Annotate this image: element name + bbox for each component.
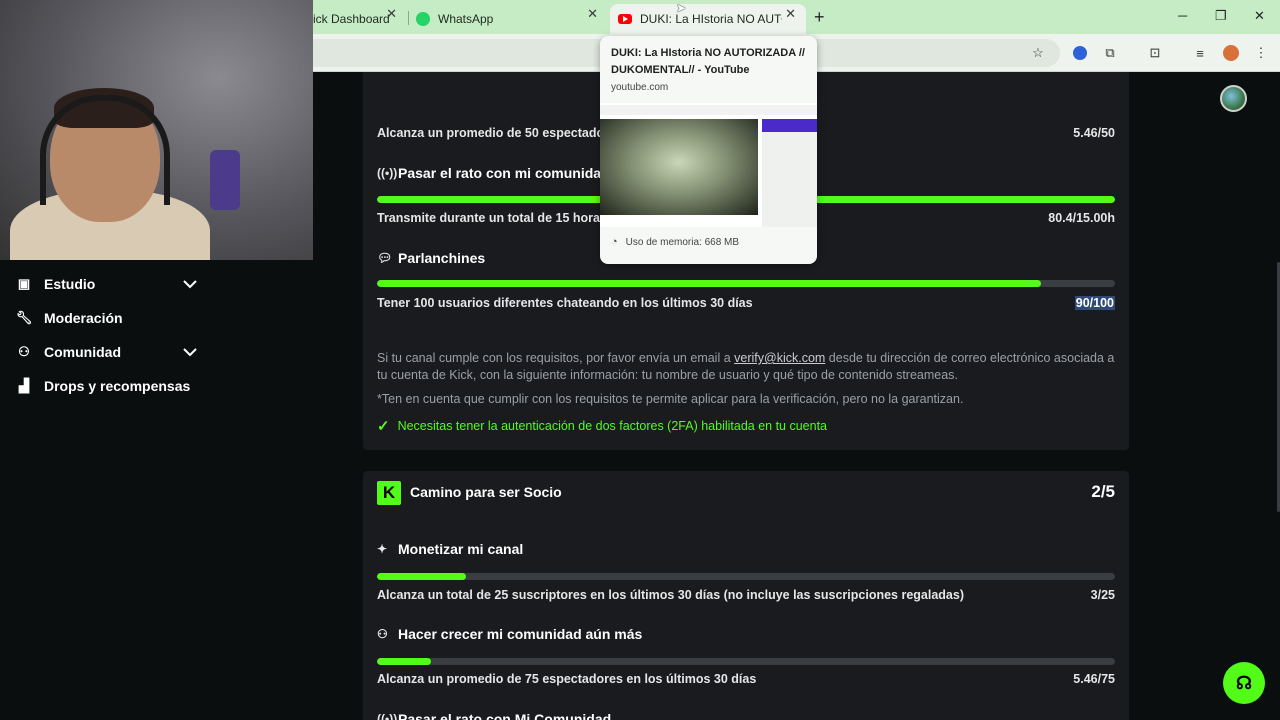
verification-info: Si tu canal cumple con los requisitos, p… <box>377 350 1117 384</box>
headset-icon: ☊ <box>1236 672 1252 693</box>
mouse-cursor-icon: ➤ <box>676 1 687 15</box>
star-icon[interactable]: ☆ <box>1029 44 1047 62</box>
hover-card-memory: ◔ Uso de memoria: 668 MB <box>611 236 739 248</box>
menu-icon[interactable]: ⋮ <box>1252 44 1270 62</box>
goal-value: 90/100 <box>1074 296 1115 310</box>
users-icon: ⚇ <box>377 627 388 641</box>
info-text: Si tu canal cumple con los requisitos, p… <box>377 351 735 365</box>
memory-text: Uso de memoria: 668 MB <box>625 236 740 248</box>
drops-icon: ▟ <box>19 378 29 393</box>
whatsapp-icon <box>416 12 430 26</box>
minimize-button[interactable]: ─ <box>1178 8 1187 23</box>
tab-title: ick Dashboard <box>313 12 390 26</box>
sidebar-item-label: Estudio <box>44 276 96 292</box>
tab-separator <box>408 11 409 25</box>
webcam-headset <box>40 95 170 205</box>
goal-value: 80.4/15.00h <box>1048 211 1115 225</box>
thumbnail-video <box>600 119 758 215</box>
check-icon: ✓ <box>377 418 390 435</box>
studio-icon: ▣ <box>17 276 31 291</box>
screen: ick Dashboard ✕ WhatsApp ✕ DUKI: La HIst… <box>0 0 1280 720</box>
profile-icon[interactable] <box>1222 44 1240 62</box>
goal-title: ⚇ Hacer crecer mi comunidad aún más <box>377 626 642 642</box>
goal-title-text: Hacer crecer mi comunidad aún más <box>398 626 643 642</box>
webcam-lamp <box>210 150 240 210</box>
sidebar-item-label: Drops y recompensas <box>44 378 191 394</box>
goal-title-text: Pasar el rato con mi comunidad <box>398 165 610 181</box>
new-tab-button[interactable]: + <box>814 7 825 28</box>
tab-kick-dashboard[interactable]: ick Dashboard ✕ <box>313 4 405 34</box>
goal-title-text: Monetizar mi canal <box>398 541 524 557</box>
goal-value: 5.46/75 <box>1073 672 1115 686</box>
sidebar-item-moderacion[interactable]: 🔧︎ Moderación <box>16 305 201 331</box>
progress-bar <box>377 658 1115 665</box>
goal-requirement: Alcanza un total de 25 suscriptores en l… <box>377 588 964 602</box>
tab-youtube[interactable]: DUKI: La HIstoria NO AUTORIZ ✕ <box>610 4 806 34</box>
thumbnail-header <box>600 105 817 115</box>
broadcast-icon: ((•)) <box>377 712 398 720</box>
hover-card-domain: youtube.com <box>611 82 669 93</box>
thumbnail-block <box>762 119 817 132</box>
goal-title-text: Parlanchines <box>398 250 486 266</box>
hover-card-title: DUKI: La HIstoria NO AUTORIZADA // DUKOM… <box>611 47 805 76</box>
hover-card-thumbnail <box>600 103 817 227</box>
tab-hover-card: DUKI: La HIstoria NO AUTORIZADA // DUKOM… <box>600 36 817 264</box>
close-window-button[interactable]: ✕ <box>1254 8 1265 24</box>
sidebar-item-comunidad[interactable]: ⚇ Comunidad <box>16 339 201 365</box>
sidebar-item-label: Comunidad <box>44 344 121 360</box>
goal-value: 3/25 <box>1090 588 1115 602</box>
goal-value: 5.46/50 <box>1073 126 1115 140</box>
progress-fill <box>377 573 466 580</box>
tab-whatsapp[interactable]: WhatsApp ✕ <box>412 4 606 34</box>
twofa-text: Necesitas tener la autenticación de dos … <box>397 419 828 433</box>
sidebar-item-drops[interactable]: ▟ Drops y recompensas <box>16 373 201 399</box>
sparkle-icon: ✦ <box>377 542 388 556</box>
progress-bar <box>377 280 1115 287</box>
tab-title: WhatsApp <box>438 12 494 26</box>
sidebar-item-label: Moderación <box>44 310 123 326</box>
support-chat-button[interactable]: ☊ <box>1223 662 1265 704</box>
youtube-icon <box>618 14 632 24</box>
avatar[interactable] <box>1220 85 1247 112</box>
progress-fill <box>377 280 1042 287</box>
tab-title: DUKI: La HIstoria NO AUTORIZ <box>640 12 782 26</box>
extension-badge-icon[interactable] <box>1071 44 1089 62</box>
memory-icon: ◔ <box>611 236 618 248</box>
close-icon[interactable]: ✕ <box>386 6 397 22</box>
progress-bar <box>377 573 1115 580</box>
goal-title-text: Pasar el rato con Mi Comunidad <box>398 711 612 720</box>
section-title: Camino para ser Socio <box>410 484 562 500</box>
webcam-overlay <box>0 0 313 260</box>
chat-icon: 💬︎ <box>377 251 393 265</box>
progress-fill <box>377 658 431 665</box>
broadcast-icon: ((•)) <box>377 166 398 180</box>
goal-title: 💬︎ Parlanchines <box>377 250 485 266</box>
media-control-icon[interactable]: ≡ <box>1191 44 1209 62</box>
close-icon[interactable]: ✕ <box>587 6 598 22</box>
community-icon: ⚇ <box>18 344 30 359</box>
section-count: 2/5 <box>1091 482 1115 501</box>
chevron-down-icon[interactable] <box>183 344 197 360</box>
twofa-requirement: ✓ Necesitas tener la autenticación de do… <box>377 417 827 435</box>
wrench-icon: 🔧︎ <box>15 310 33 325</box>
partner-card: K Camino para ser Socio 2/5 ✦ Monetizar … <box>363 471 1129 720</box>
close-icon[interactable]: ✕ <box>785 6 796 22</box>
sidebar-item-estudio[interactable]: ▣ Estudio <box>16 271 201 297</box>
thumbnail-sidebar <box>762 119 817 227</box>
verification-note: *Ten en cuenta que cumplir con los requi… <box>377 392 964 406</box>
maximize-button[interactable]: ❐ <box>1215 8 1227 24</box>
goal-title: ((•)) Pasar el rato con mi comunidad <box>377 165 610 181</box>
tab-search-icon[interactable]: ⊡ <box>1146 44 1164 62</box>
verify-email-link[interactable]: verify@kick.com <box>734 351 825 365</box>
goal-title: ((•)) Pasar el rato con Mi Comunidad <box>377 711 611 720</box>
goal-requirement: Tener 100 usuarios diferentes chateando … <box>377 296 753 310</box>
goal-title: ✦ Monetizar mi canal <box>377 541 523 557</box>
goal-requirement: Alcanza un promedio de 75 espectadores e… <box>377 672 757 686</box>
chevron-down-icon[interactable] <box>183 276 197 292</box>
kick-logo: K <box>377 481 401 505</box>
puzzle-icon[interactable]: ⧉ <box>1101 44 1119 62</box>
